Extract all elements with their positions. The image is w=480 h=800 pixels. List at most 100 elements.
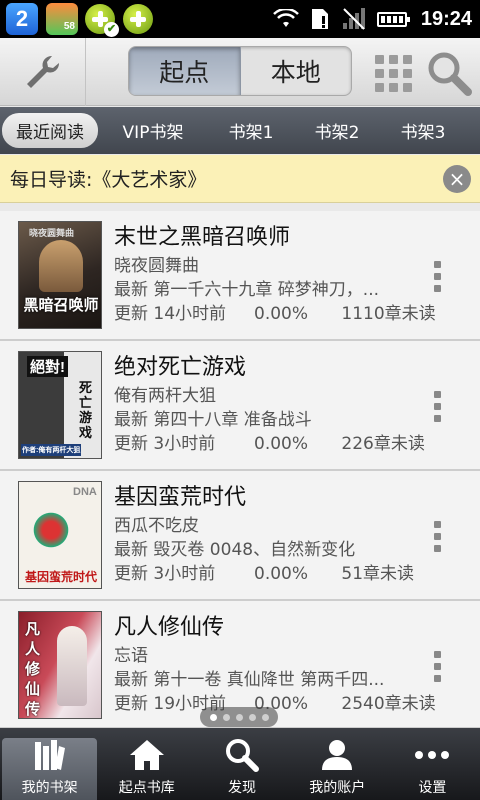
source-segmented-control: 起点 本地 xyxy=(128,46,352,96)
nav-label: 我的账户 xyxy=(309,780,366,796)
nav-discover[interactable]: 发现 xyxy=(194,728,289,800)
book-title: 基因蛮荒时代 xyxy=(114,485,247,510)
book-latest-chapter: 最新 毁灭卷 0048、自然新变化 xyxy=(114,540,356,560)
bookshelf-tabs: 最近阅读 VIP书架 书架1 书架2 书架3 xyxy=(0,107,480,154)
cover-side-text: 死亡游戏 xyxy=(79,380,93,440)
book-item[interactable]: 絕對! 死亡游戏 作者:俺有两杆大狙 绝对死亡游戏 俺有两杆大狙 最新 第四十八… xyxy=(0,341,480,471)
wifi-icon xyxy=(272,9,299,27)
tab-shelf-1[interactable]: 书架1 xyxy=(208,113,294,148)
home-icon xyxy=(129,740,164,770)
status-bar: 2 58 ✔ 19:24 xyxy=(0,0,480,38)
qq-badge-count: 2 xyxy=(15,6,29,31)
bottom-navigation: 我的书架 起点书库 发现 我的账户 设置 xyxy=(0,728,480,800)
book-cover: 晓夜圆舞曲 黑暗召唤师 xyxy=(18,221,102,329)
top-toolbar: 起点 本地 xyxy=(0,38,480,106)
more-options-icon[interactable] xyxy=(434,651,442,687)
search-icon xyxy=(226,739,259,772)
book-progress: 0.00% xyxy=(254,434,309,454)
game-badge-count: 58 xyxy=(63,21,75,32)
page-dot xyxy=(261,713,269,721)
daily-guide-banner[interactable]: 每日导读:《大艺术家》 × xyxy=(0,155,480,203)
cover-title-text: 絕對! xyxy=(27,356,68,377)
book-unread-count: 226章未读 xyxy=(341,434,425,454)
sim-alert-icon xyxy=(311,9,328,29)
tab-recent-reading[interactable]: 最近阅读 xyxy=(2,113,98,148)
tab-vip-shelf[interactable]: VIP书架 xyxy=(98,113,208,148)
book-updated-time: 更新 3小时前 xyxy=(114,434,216,454)
daily-guide-text: 每日导读:《大艺术家》 xyxy=(10,169,207,191)
page-dot xyxy=(248,713,256,721)
plus-notification-icon xyxy=(122,3,154,35)
book-update-row: 更新 3小时前 0.00% 51章未读 xyxy=(114,559,414,584)
cover-author-text: 晓夜圆舞曲 xyxy=(29,228,75,238)
cover-author-text: 作者:俺有两杆大狙 xyxy=(21,444,82,456)
book-progress: 0.00% xyxy=(254,564,309,584)
user-icon xyxy=(322,740,353,770)
cover-figure xyxy=(39,240,83,292)
book-title: 凡人修仙传 xyxy=(114,615,225,640)
book-updated-time: 更新 3小时前 xyxy=(114,564,216,584)
book-author: 西瓜不吃皮 xyxy=(114,516,199,536)
nav-qidian-library[interactable]: 起点书库 xyxy=(99,728,194,800)
cover-dna-text: DNA xyxy=(73,486,97,498)
qq-notification-icon: 2 xyxy=(6,3,38,35)
more-options-icon[interactable] xyxy=(434,521,442,557)
cover-art xyxy=(31,510,71,550)
nav-label: 我的书架 xyxy=(21,780,78,796)
tab-shelf-2[interactable]: 书架2 xyxy=(294,113,380,148)
book-updated-time: 更新 14小时前 xyxy=(114,304,227,324)
more-options-icon[interactable] xyxy=(434,261,442,297)
nav-my-bookshelf[interactable]: 我的书架 xyxy=(2,738,98,800)
book-unread-count: 2540章未读 xyxy=(341,694,436,714)
tab-shelf-3[interactable]: 书架3 xyxy=(380,113,466,148)
book-update-row: 更新 14小时前 0.00% 1110章未读 xyxy=(114,299,436,324)
book-item[interactable]: DNA 基因蛮荒时代 基因蛮荒时代 西瓜不吃皮 最新 毁灭卷 0048、自然新变… xyxy=(0,471,480,601)
more-dots-icon xyxy=(415,751,450,759)
book-latest-chapter: 最新 第十一卷 真仙降世 第两千四... xyxy=(114,670,385,690)
cover-title-text: 基因蛮荒时代 xyxy=(24,570,97,584)
segment-qidian[interactable]: 起点 xyxy=(129,47,241,95)
nav-label: 起点书库 xyxy=(118,780,175,796)
clock: 19:24 xyxy=(420,7,472,30)
book-item[interactable]: 晓夜圆舞曲 黑暗召唤师 末世之黑暗召唤师 晓夜圆舞曲 最新 第一千六十九章 碎梦… xyxy=(0,211,480,341)
close-icon[interactable]: × xyxy=(443,165,471,193)
search-icon xyxy=(428,52,472,96)
book-latest-chapter: 最新 第四十八章 准备战斗 xyxy=(114,410,312,430)
book-latest-chapter: 最新 第一千六十九章 碎梦神刀，... xyxy=(114,280,380,300)
page-indicator xyxy=(200,707,278,727)
battery-icon xyxy=(376,11,410,27)
bookshelf-icon xyxy=(34,740,65,770)
page-dot xyxy=(222,713,230,721)
page-dot xyxy=(235,713,243,721)
book-update-row: 更新 3小时前 0.00% 226章未读 xyxy=(114,429,425,454)
book-cover: 絕對! 死亡游戏 作者:俺有两杆大狙 xyxy=(18,351,102,459)
segment-local[interactable]: 本地 xyxy=(241,47,352,95)
book-cover: 凡人修仙传 xyxy=(18,611,102,719)
page-dot xyxy=(209,713,217,721)
wrench-icon xyxy=(26,55,59,88)
nav-my-account[interactable]: 我的账户 xyxy=(290,728,385,800)
cover-title-text: 凡人修仙传 xyxy=(25,621,41,718)
book-author: 晓夜圆舞曲 xyxy=(114,256,199,276)
plus-check-notification-icon: ✔ xyxy=(84,3,119,37)
cover-figure xyxy=(57,626,87,706)
book-list: 晓夜圆舞曲 黑暗召唤师 末世之黑暗召唤师 晓夜圆舞曲 最新 第一千六十九章 碎梦… xyxy=(0,211,480,729)
book-author: 俺有两杆大狙 xyxy=(114,386,216,406)
book-unread-count: 1110章未读 xyxy=(341,304,436,324)
book-unread-count: 51章未读 xyxy=(341,564,415,584)
grid-view-button[interactable] xyxy=(372,52,414,94)
book-title: 末世之黑暗召唤师 xyxy=(114,225,291,250)
search-button[interactable] xyxy=(424,48,474,98)
signal-off-icon xyxy=(342,8,365,30)
book-progress: 0.00% xyxy=(254,304,309,324)
book-title: 绝对死亡游戏 xyxy=(114,355,247,380)
book-author: 忘语 xyxy=(114,646,148,666)
game-app-notification-icon: 58 xyxy=(46,3,78,35)
tools-button[interactable] xyxy=(0,38,86,106)
more-options-icon[interactable] xyxy=(434,391,442,427)
book-cover: DNA 基因蛮荒时代 xyxy=(18,481,102,589)
nav-label: 设置 xyxy=(418,780,447,796)
nav-settings[interactable]: 设置 xyxy=(385,728,480,800)
nav-label: 发现 xyxy=(228,780,256,796)
cover-title-text: 黑暗召唤师 xyxy=(23,297,99,314)
